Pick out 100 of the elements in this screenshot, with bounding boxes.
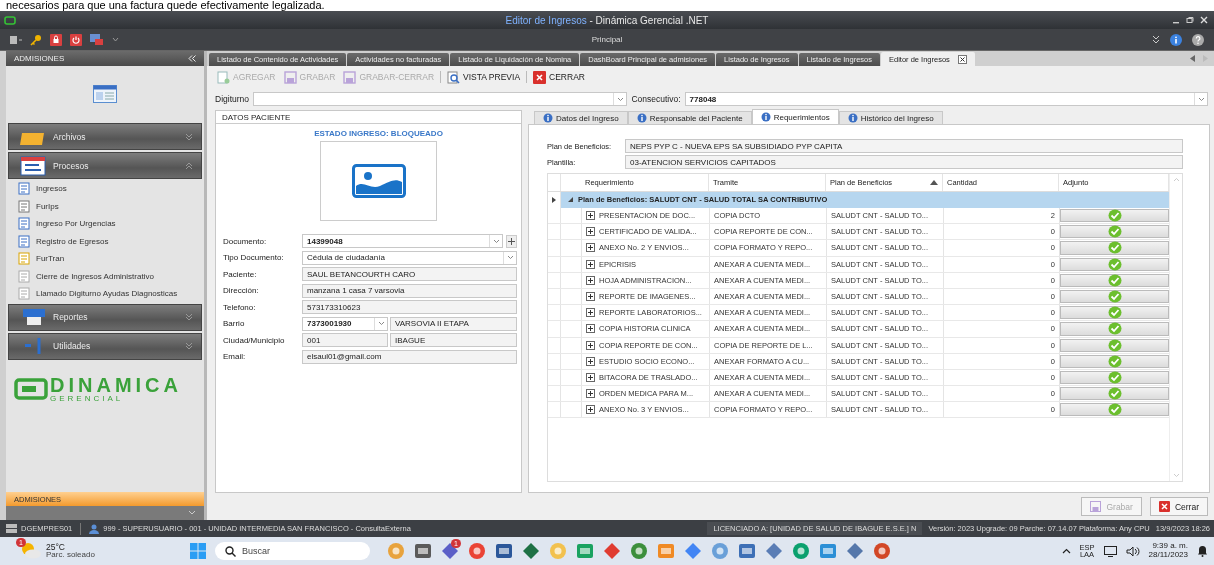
- taskbar-app-icon[interactable]: [468, 542, 486, 560]
- panel-tab[interactable]: Requerimientos: [751, 109, 839, 124]
- attachment-button[interactable]: [1060, 273, 1169, 287]
- sidebar-group[interactable]: Procesos: [8, 152, 202, 179]
- attachment-button[interactable]: [1060, 241, 1169, 255]
- attachment-button[interactable]: [1060, 209, 1169, 223]
- expand-icon[interactable]: [586, 243, 595, 253]
- attachment-button[interactable]: [1060, 338, 1169, 352]
- help-icon[interactable]: [1192, 33, 1204, 46]
- text-field[interactable]: NEPS PYP C - NUEVA EPS SA SUBSIDIADO PYP CAPITA: [625, 139, 1183, 153]
- sidebar-item[interactable]: Cierre de Ingresos Administrativo: [6, 267, 204, 285]
- windows-icon[interactable]: [90, 33, 104, 46]
- dropdown-field[interactable]: Cédula de ciudadanía: [302, 250, 517, 265]
- taskbar-app-icon[interactable]: [414, 542, 432, 560]
- expand-icon[interactable]: [586, 405, 595, 415]
- taskbar-app-icon[interactable]: [792, 542, 810, 560]
- taskbar-app-icon[interactable]: [603, 542, 621, 560]
- menu-icon[interactable]: [10, 34, 22, 45]
- expand-icon[interactable]: [586, 356, 595, 366]
- sidebar-item[interactable]: Registro de Egresos: [6, 232, 204, 250]
- attachment-button[interactable]: [1060, 322, 1169, 336]
- sidebar-group[interactable]: Archivos: [8, 123, 202, 150]
- info-icon[interactable]: [1170, 33, 1182, 46]
- sidebar-item[interactable]: Llamado Digiturno Ayudas Diagnosticas: [6, 285, 204, 303]
- taskbar-app-icon[interactable]: [765, 542, 783, 560]
- chevron-up-icon[interactable]: [1061, 548, 1071, 554]
- logo-mark-icon: [14, 377, 48, 400]
- document-field[interactable]: 14399048: [302, 234, 503, 248]
- panel-tab[interactable]: Datos del Ingreso: [534, 111, 628, 124]
- taskbar-app-icon[interactable]: [441, 542, 459, 560]
- expand-icon[interactable]: [586, 275, 595, 285]
- lock-icon[interactable]: [50, 33, 62, 46]
- expand-icon[interactable]: [586, 389, 595, 399]
- restore-icon[interactable]: [1186, 16, 1194, 24]
- attachment-button[interactable]: [1060, 354, 1169, 368]
- clock[interactable]: 9:39 a. m. 28/11/2023: [1148, 542, 1188, 560]
- chevron-down-icon[interactable]: [188, 510, 196, 516]
- expand-icon[interactable]: [586, 340, 595, 350]
- text-field[interactable]: 573173310623: [302, 300, 517, 314]
- taskbar-app-icon[interactable]: [522, 542, 540, 560]
- text-field[interactable]: SAUL BETANCOURTH CARO: [302, 267, 517, 281]
- toolbar-button[interactable]: VISTA PREVIA: [445, 69, 523, 85]
- collapse-left-icon[interactable]: [188, 55, 196, 62]
- text-field[interactable]: VARSOVIA II ETAPA: [390, 316, 517, 331]
- text-field[interactable]: 001: [302, 333, 388, 347]
- document-icon: [18, 217, 31, 231]
- taskbar-app-icon[interactable]: [738, 542, 756, 560]
- taskbar-app-icon[interactable]: [495, 542, 513, 560]
- panel-tab[interactable]: Histórico del Ingreso: [838, 111, 943, 124]
- close-icon[interactable]: [957, 54, 967, 64]
- speaker-icon[interactable]: [1125, 545, 1140, 557]
- expand-icon[interactable]: [586, 211, 595, 221]
- sidebar-item[interactable]: FurIps: [6, 197, 204, 215]
- taskbar-app-icon[interactable]: [576, 542, 594, 560]
- add-icon[interactable]: [506, 234, 517, 248]
- attachment-button[interactable]: [1060, 306, 1169, 320]
- chevron-down-icon: [185, 342, 193, 350]
- attachment-button[interactable]: [1060, 387, 1169, 401]
- bell-icon[interactable]: [1197, 545, 1208, 557]
- dropdown-icon[interactable]: [112, 36, 119, 43]
- key-icon[interactable]: [30, 33, 42, 46]
- digiturno-field[interactable]: [253, 92, 628, 106]
- collapse-arrow-icon: [567, 196, 574, 204]
- scroll-left-icon[interactable]: [1190, 55, 1196, 62]
- expand-icon[interactable]: [586, 259, 595, 269]
- monitor-icon[interactable]: [1103, 545, 1117, 557]
- expand-icon[interactable]: [586, 292, 595, 302]
- close-button[interactable]: Cerrar: [1149, 497, 1208, 516]
- text-field[interactable]: 03-ATENCION SERVICIOS CAPITADOS: [625, 155, 1183, 169]
- toolbar-button[interactable]: CERRAR: [531, 69, 587, 85]
- attachment-button[interactable]: [1060, 225, 1169, 239]
- attachment-button[interactable]: [1060, 403, 1169, 417]
- taskbar-app-icon[interactable]: [819, 542, 837, 560]
- attachment-button[interactable]: [1060, 370, 1169, 385]
- start-icon[interactable]: [190, 543, 206, 559]
- text-field[interactable]: IBAGUE: [390, 333, 517, 347]
- expand-icon[interactable]: [586, 308, 595, 318]
- sidebar-item[interactable]: FurTran: [6, 250, 204, 268]
- panel-tab[interactable]: Responsable del Paciente: [627, 111, 752, 124]
- sidebar-item[interactable]: Ingreso Por Urgencias: [6, 215, 204, 233]
- search-field[interactable]: Buscar: [215, 542, 370, 560]
- consecutivo-field[interactable]: 778048: [684, 92, 1208, 106]
- text-field[interactable]: elsaul01@gmail.com: [302, 349, 517, 364]
- sidebar-group[interactable]: Reportes: [8, 303, 202, 331]
- expand-icon[interactable]: [586, 324, 595, 334]
- chevrons-down-icon[interactable]: [1152, 35, 1160, 44]
- taskbar-app-icon[interactable]: [846, 542, 864, 560]
- text-field[interactable]: manzana 1 casa 7 varsovia: [302, 283, 517, 298]
- attachment-button[interactable]: [1060, 289, 1169, 304]
- attachment-button[interactable]: [1060, 257, 1169, 271]
- dropdown-field[interactable]: 7373001930: [302, 316, 388, 331]
- power-icon[interactable]: [70, 33, 82, 46]
- taskbar-app-icon[interactable]: [684, 542, 702, 560]
- taskbar-app-icon[interactable]: [630, 542, 648, 560]
- expand-icon[interactable]: [586, 372, 595, 382]
- expand-icon[interactable]: [586, 227, 595, 237]
- sidebar-group[interactable]: Utilidades: [8, 332, 202, 360]
- check-icon: [1107, 338, 1122, 352]
- sidebar-item[interactable]: Ingresos: [6, 180, 204, 198]
- taskbar-app-icon[interactable]: [873, 542, 891, 560]
